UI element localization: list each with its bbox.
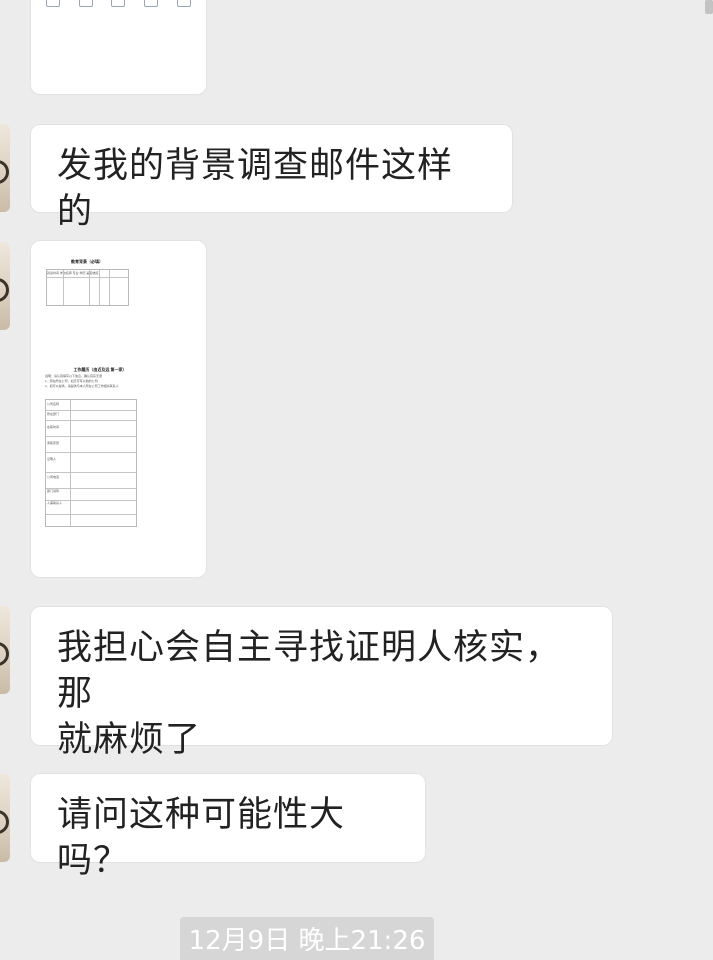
doc-field: 证明人 [47, 457, 57, 461]
document-preview: 教育背景（必填） 就读时间 学校名称 专业 学历 是否统招 工作履历（由近及远 … [45, 257, 175, 557]
doc-title-work: 工作履历（由近及远 第一家） [73, 367, 127, 372]
image-toolbar-icons [31, 0, 206, 7]
avatar-image [0, 160, 9, 184]
text-message-bubble[interactable]: 我担心会自主寻找证明人核实，那 就麻烦了 [30, 606, 613, 760]
message-text: 发我的背景调查邮件这样的 [57, 146, 454, 232]
share-icon [78, 0, 93, 7]
avatar-image [0, 278, 9, 302]
sender-avatar[interactable] [0, 242, 10, 330]
copy-icon [111, 0, 126, 7]
doc-work-table [45, 399, 137, 527]
document-image-bubble[interactable]: 教育背景（必填） 就读时间 学校名称 专业 学历 是否统招 工作履历（由近及远 … [30, 240, 207, 578]
doc-field: 公司电话 [47, 475, 60, 479]
doc-field: 所在部门 [47, 412, 60, 416]
file-icon [46, 0, 61, 7]
doc-education-table [46, 269, 129, 306]
doc-field: 在职时间 [47, 425, 60, 429]
doc-intro-2: 1、现在所在公司，如无可写以前的公司 [45, 379, 98, 383]
doc-field: 离职原因 [47, 441, 60, 445]
text-message-bubble[interactable]: 请问这种可能性大吗？ [30, 773, 426, 881]
avatar-image [0, 810, 9, 834]
doc-field: 人事联系人 [47, 501, 63, 505]
sender-avatar[interactable] [0, 774, 10, 862]
avatar-image [0, 642, 9, 666]
more-icon [176, 0, 191, 7]
text-message-bubble[interactable]: 发我的背景调查邮件这样的 [30, 124, 513, 232]
doc-field: 公司名称 [47, 402, 60, 406]
sender-avatar[interactable] [0, 606, 10, 694]
doc-title-education: 教育背景（必填） [71, 259, 103, 264]
doc-intro-1: 说明：请认真填写以下信息，确认真实无误 [45, 374, 103, 378]
save-icon [144, 0, 159, 7]
chat-screen: 发我的背景调查邮件这样的 教育背景（必填） 就读时间 学校名称 专业 学历 是否… [0, 0, 713, 960]
sender-avatar[interactable] [0, 124, 10, 212]
message-timestamp: 12月9日 晚上21:26 [180, 917, 434, 960]
doc-intro-3: 2、如可以提供，请提供与本人所在公司工作相关联系人 [45, 384, 119, 388]
message-text: 我担心会自主寻找证明人核实，那 就麻烦了 [57, 628, 562, 760]
doc-field: 部门领导 [47, 489, 60, 493]
image-message-bubble[interactable] [30, 0, 207, 95]
scrollbar[interactable] [705, 0, 713, 14]
message-text: 请问这种可能性大吗？ [57, 795, 346, 881]
